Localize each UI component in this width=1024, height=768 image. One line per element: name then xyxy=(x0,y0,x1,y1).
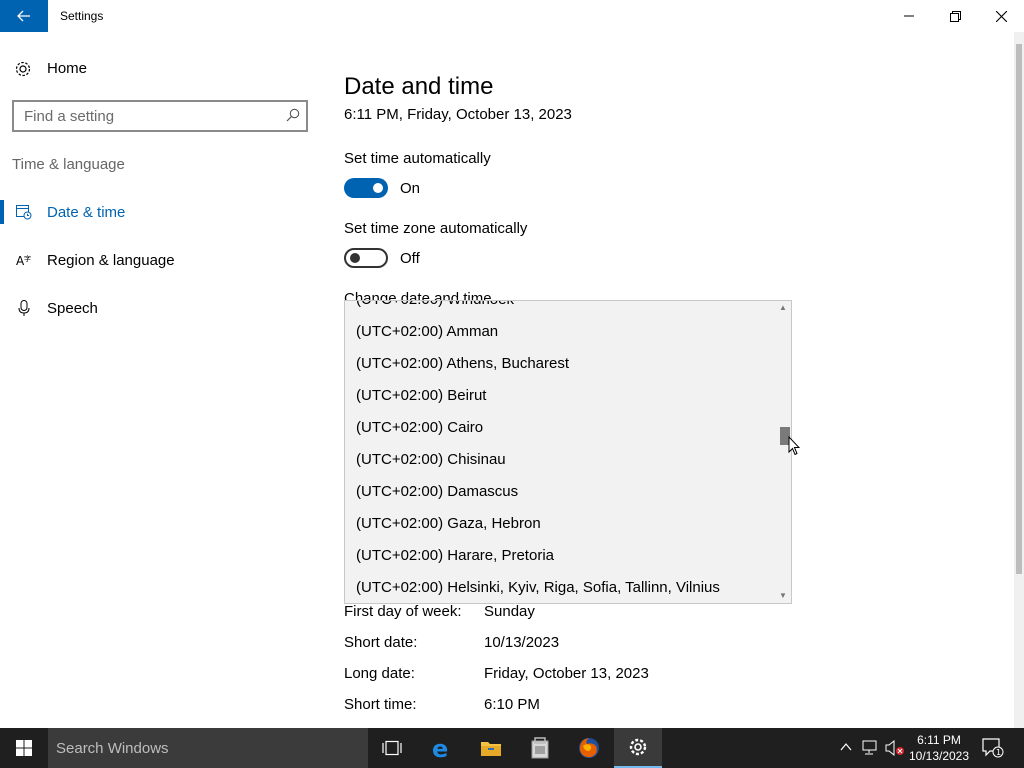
task-view-button[interactable] xyxy=(368,728,416,768)
clock-date: 10/13/2023 xyxy=(908,749,970,763)
volume-muted-icon[interactable] xyxy=(885,740,905,756)
list-item[interactable]: (UTC+02:00) Damascus xyxy=(356,483,518,500)
set-time-auto-label: Set time automatically xyxy=(344,150,491,167)
set-time-auto-toggle[interactable] xyxy=(344,178,388,198)
change-date-time-heading: Change date and time xyxy=(344,290,492,300)
sidebar-item-label: Region & language xyxy=(47,252,175,269)
minimize-icon xyxy=(904,15,914,17)
microphone-icon xyxy=(18,300,30,316)
list-item[interactable]: (UTC+02:00) Beirut xyxy=(356,387,486,404)
nav-home-label: Home xyxy=(47,60,88,77)
list-item[interactable]: (UTC+02:00) Windhoek xyxy=(356,301,514,308)
minimize-button[interactable] xyxy=(886,0,932,32)
taskbar: Search Windows e 6:11 PM 10/13/2023 1 xyxy=(0,728,1024,768)
firefox-icon xyxy=(579,738,599,758)
close-icon xyxy=(995,10,1007,22)
sidebar-item-speech[interactable]: Speech xyxy=(0,294,320,324)
taskbar-search-text: Search Windows xyxy=(56,740,169,757)
gear-icon xyxy=(15,61,31,77)
format-label-first-day: First day of week: xyxy=(344,603,462,620)
format-value-short-time: 6:10 PM xyxy=(484,696,540,713)
sidebar-item-date-time[interactable]: Date & time xyxy=(0,198,320,228)
list-item[interactable]: (UTC+02:00) Harare, Pretoria xyxy=(356,547,554,564)
active-indicator xyxy=(0,200,4,224)
set-tz-auto-toggle[interactable] xyxy=(344,248,388,268)
search-icon[interactable] xyxy=(286,108,300,122)
format-label-short-time: Short time: xyxy=(344,696,417,713)
gear-icon xyxy=(629,738,647,756)
chevron-up-icon[interactable] xyxy=(840,742,852,752)
set-time-auto-state: On xyxy=(400,180,421,197)
format-value-first-day: Sunday xyxy=(484,603,535,620)
list-item[interactable]: (UTC+02:00) Gaza, Hebron xyxy=(356,515,541,532)
store-icon xyxy=(531,737,549,759)
sidebar: Home Time & language Date & time A 字 Reg… xyxy=(0,32,320,728)
sidebar-item-label: Date & time xyxy=(47,204,126,221)
format-value-long-date: Friday, October 13, 2023 xyxy=(484,665,649,682)
format-value-short-date: 10/13/2023 xyxy=(484,634,560,651)
nav-home[interactable]: Home xyxy=(0,56,320,82)
mouse-cursor-icon xyxy=(788,436,800,456)
taskbar-clock[interactable]: 6:11 PM 10/13/2023 xyxy=(906,732,972,764)
taskbar-search-box[interactable]: Search Windows xyxy=(48,728,368,768)
action-center-icon[interactable]: 1 xyxy=(982,738,1004,758)
set-tz-auto-label: Set time zone automatically xyxy=(344,220,528,237)
window-scrollbar[interactable] xyxy=(1014,32,1024,728)
settings-taskbar-button[interactable] xyxy=(614,728,662,768)
svg-text:e: e xyxy=(432,737,448,759)
set-tz-auto-state: Off xyxy=(400,250,420,267)
list-item[interactable]: (UTC+02:00) Cairo xyxy=(356,419,483,436)
sidebar-item-region-language[interactable]: A 字 Region & language xyxy=(0,246,320,276)
scroll-down-arrow[interactable]: ▼ xyxy=(777,591,789,601)
close-button[interactable] xyxy=(978,0,1024,32)
file-explorer-button[interactable] xyxy=(467,728,515,768)
restore-icon xyxy=(949,10,961,22)
format-label-short-date: Short date: xyxy=(344,634,418,651)
back-button[interactable] xyxy=(0,0,48,32)
section-label: Time & language xyxy=(12,156,125,173)
list-item[interactable]: (UTC+02:00) Chisinau xyxy=(356,451,506,468)
scroll-up-arrow[interactable]: ▲ xyxy=(777,303,789,313)
format-label-long-date: Long date: xyxy=(344,665,415,682)
start-button[interactable] xyxy=(0,728,48,768)
calendar-clock-icon xyxy=(16,205,32,220)
edge-browser-button[interactable]: e xyxy=(418,728,466,768)
timezone-dropdown-list[interactable]: (UTC+02:00) Windhoek ▲ (UTC+02:00) Amman… xyxy=(344,300,792,604)
svg-text:字: 字 xyxy=(24,254,31,263)
list-item[interactable]: (UTC+02:00) Athens, Bucharest xyxy=(356,355,569,372)
toggle-knob xyxy=(373,183,383,193)
task-view-icon xyxy=(382,740,402,756)
windows-logo-icon xyxy=(16,740,32,756)
title-bar: Settings xyxy=(0,0,1024,32)
back-arrow-icon xyxy=(17,10,30,22)
restore-button[interactable] xyxy=(932,0,978,32)
language-icon: A 字 xyxy=(16,254,31,268)
current-datetime: 6:11 PM, Friday, October 13, 2023 xyxy=(344,106,572,123)
search-input[interactable] xyxy=(24,106,274,126)
store-button[interactable] xyxy=(516,728,564,768)
firefox-button[interactable] xyxy=(565,728,613,768)
clock-time: 6:11 PM xyxy=(917,733,961,747)
page-title: Date and time xyxy=(344,73,494,101)
list-item[interactable]: (UTC+02:00) Amman xyxy=(356,323,498,340)
list-item[interactable]: (UTC+02:00) Helsinki, Kyiv, Riga, Sofia,… xyxy=(356,579,720,596)
toggle-knob xyxy=(350,253,360,263)
folder-icon xyxy=(481,742,501,756)
notification-count: 1 xyxy=(996,748,1001,757)
sidebar-item-label: Speech xyxy=(47,300,98,317)
window-title: Settings xyxy=(60,9,104,23)
window-scrollbar-thumb[interactable] xyxy=(1016,44,1022,574)
network-icon[interactable] xyxy=(862,740,880,756)
search-box xyxy=(12,100,308,132)
edge-icon: e xyxy=(432,737,448,759)
